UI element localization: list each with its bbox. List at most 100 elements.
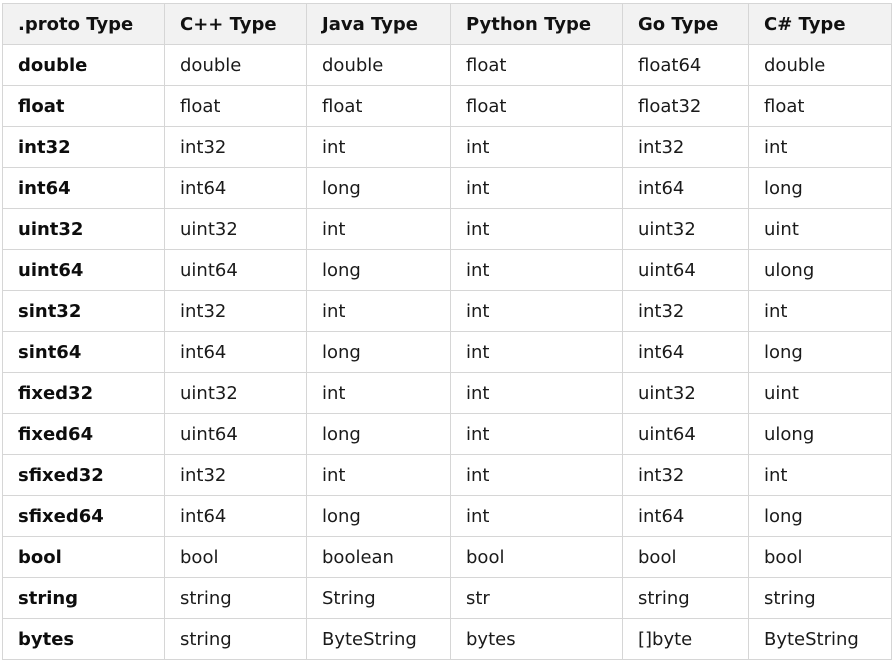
cell-csharp-type: uint: [748, 372, 892, 414]
header-csharp-type: C# Type: [748, 3, 892, 45]
cell-java-type: double: [306, 44, 451, 86]
table-row: uint64 uint64 long int uint64 ulong: [2, 249, 892, 291]
cell-python-type: int: [450, 454, 623, 496]
cell-proto-type: int64: [2, 167, 165, 209]
cell-go-type: bool: [622, 536, 749, 578]
cell-cpp-type: int32: [164, 454, 307, 496]
cell-java-type: int: [306, 208, 451, 250]
cell-go-type: string: [622, 577, 749, 619]
header-cpp-type: C++ Type: [164, 3, 307, 45]
cell-java-type: String: [306, 577, 451, 619]
cell-go-type: uint64: [622, 249, 749, 291]
cell-proto-type: sint32: [2, 290, 165, 332]
cell-go-type: float32: [622, 85, 749, 127]
cell-go-type: uint32: [622, 208, 749, 250]
cell-proto-type: float: [2, 85, 165, 127]
cell-python-type: int: [450, 208, 623, 250]
cell-java-type: int: [306, 126, 451, 168]
table-row: fixed64 uint64 long int uint64 ulong: [2, 413, 892, 455]
cell-go-type: int64: [622, 331, 749, 373]
cell-csharp-type: int: [748, 126, 892, 168]
cell-cpp-type: uint32: [164, 208, 307, 250]
header-row: .proto Type C++ Type Java Type Python Ty…: [2, 3, 892, 45]
table-row: double double double float float64 double: [2, 44, 892, 86]
cell-csharp-type: int: [748, 454, 892, 496]
cell-csharp-type: ulong: [748, 249, 892, 291]
cell-proto-type: sfixed64: [2, 495, 165, 537]
table-body: double double double float float64 double floa…: [2, 44, 892, 660]
cell-go-type: int32: [622, 126, 749, 168]
cell-cpp-type: int64: [164, 495, 307, 537]
table-row: sfixed32 int32 int int int32 int: [2, 454, 892, 496]
cell-cpp-type: double: [164, 44, 307, 86]
cell-csharp-type: ByteString: [748, 618, 892, 660]
cell-java-type: float: [306, 85, 451, 127]
cell-python-type: bytes: [450, 618, 623, 660]
table-row: int32 int32 int int int32 int: [2, 126, 892, 168]
cell-cpp-type: float: [164, 85, 307, 127]
cell-python-type: int: [450, 126, 623, 168]
cell-java-type: ByteString: [306, 618, 451, 660]
header-python-type: Python Type: [450, 3, 623, 45]
cell-go-type: uint32: [622, 372, 749, 414]
cell-csharp-type: long: [748, 331, 892, 373]
table-row: float float float float float32 float: [2, 85, 892, 127]
table-row: sint32 int32 int int int32 int: [2, 290, 892, 332]
header-java-type: Java Type: [306, 3, 451, 45]
cell-proto-type: uint32: [2, 208, 165, 250]
cell-go-type: int64: [622, 495, 749, 537]
cell-proto-type: fixed64: [2, 413, 165, 455]
cell-go-type: []byte: [622, 618, 749, 660]
cell-go-type: int32: [622, 290, 749, 332]
cell-go-type: int32: [622, 454, 749, 496]
cell-java-type: long: [306, 331, 451, 373]
cell-python-type: int: [450, 167, 623, 209]
cell-python-type: float: [450, 85, 623, 127]
cell-java-type: long: [306, 249, 451, 291]
cell-csharp-type: string: [748, 577, 892, 619]
cell-java-type: long: [306, 413, 451, 455]
cell-proto-type: bool: [2, 536, 165, 578]
cell-csharp-type: double: [748, 44, 892, 86]
header-proto-type: .proto Type: [2, 3, 165, 45]
cell-java-type: long: [306, 167, 451, 209]
cell-cpp-type: string: [164, 618, 307, 660]
cell-proto-type: double: [2, 44, 165, 86]
table-row: bytes string ByteString bytes []byte ByteStri…: [2, 618, 892, 660]
cell-cpp-type: int64: [164, 167, 307, 209]
table-header: .proto Type C++ Type Java Type Python Ty…: [2, 3, 892, 45]
cell-proto-type: bytes: [2, 618, 165, 660]
cell-java-type: int: [306, 454, 451, 496]
table-row: string string String str string string: [2, 577, 892, 619]
cell-java-type: int: [306, 372, 451, 414]
cell-python-type: int: [450, 372, 623, 414]
cell-proto-type: string: [2, 577, 165, 619]
cell-csharp-type: int: [748, 290, 892, 332]
cell-java-type: boolean: [306, 536, 451, 578]
cell-csharp-type: bool: [748, 536, 892, 578]
cell-cpp-type: uint64: [164, 413, 307, 455]
cell-cpp-type: uint64: [164, 249, 307, 291]
cell-python-type: int: [450, 495, 623, 537]
cell-proto-type: fixed32: [2, 372, 165, 414]
header-go-type: Go Type: [622, 3, 749, 45]
cell-proto-type: uint64: [2, 249, 165, 291]
cell-csharp-type: long: [748, 495, 892, 537]
cell-python-type: int: [450, 331, 623, 373]
cell-cpp-type: uint32: [164, 372, 307, 414]
cell-python-type: int: [450, 249, 623, 291]
cell-csharp-type: ulong: [748, 413, 892, 455]
cell-python-type: bool: [450, 536, 623, 578]
cell-go-type: float64: [622, 44, 749, 86]
table-row: sfixed64 int64 long int int64 long: [2, 495, 892, 537]
cell-csharp-type: float: [748, 85, 892, 127]
cell-csharp-type: uint: [748, 208, 892, 250]
cell-cpp-type: int64: [164, 331, 307, 373]
type-mapping-table: .proto Type C++ Type Java Type Python Ty…: [2, 3, 892, 660]
cell-python-type: float: [450, 44, 623, 86]
cell-cpp-type: bool: [164, 536, 307, 578]
table-row: int64 int64 long int int64 long: [2, 167, 892, 209]
table-row: sint64 int64 long int int64 long: [2, 331, 892, 373]
cell-cpp-type: int32: [164, 126, 307, 168]
cell-proto-type: int32: [2, 126, 165, 168]
